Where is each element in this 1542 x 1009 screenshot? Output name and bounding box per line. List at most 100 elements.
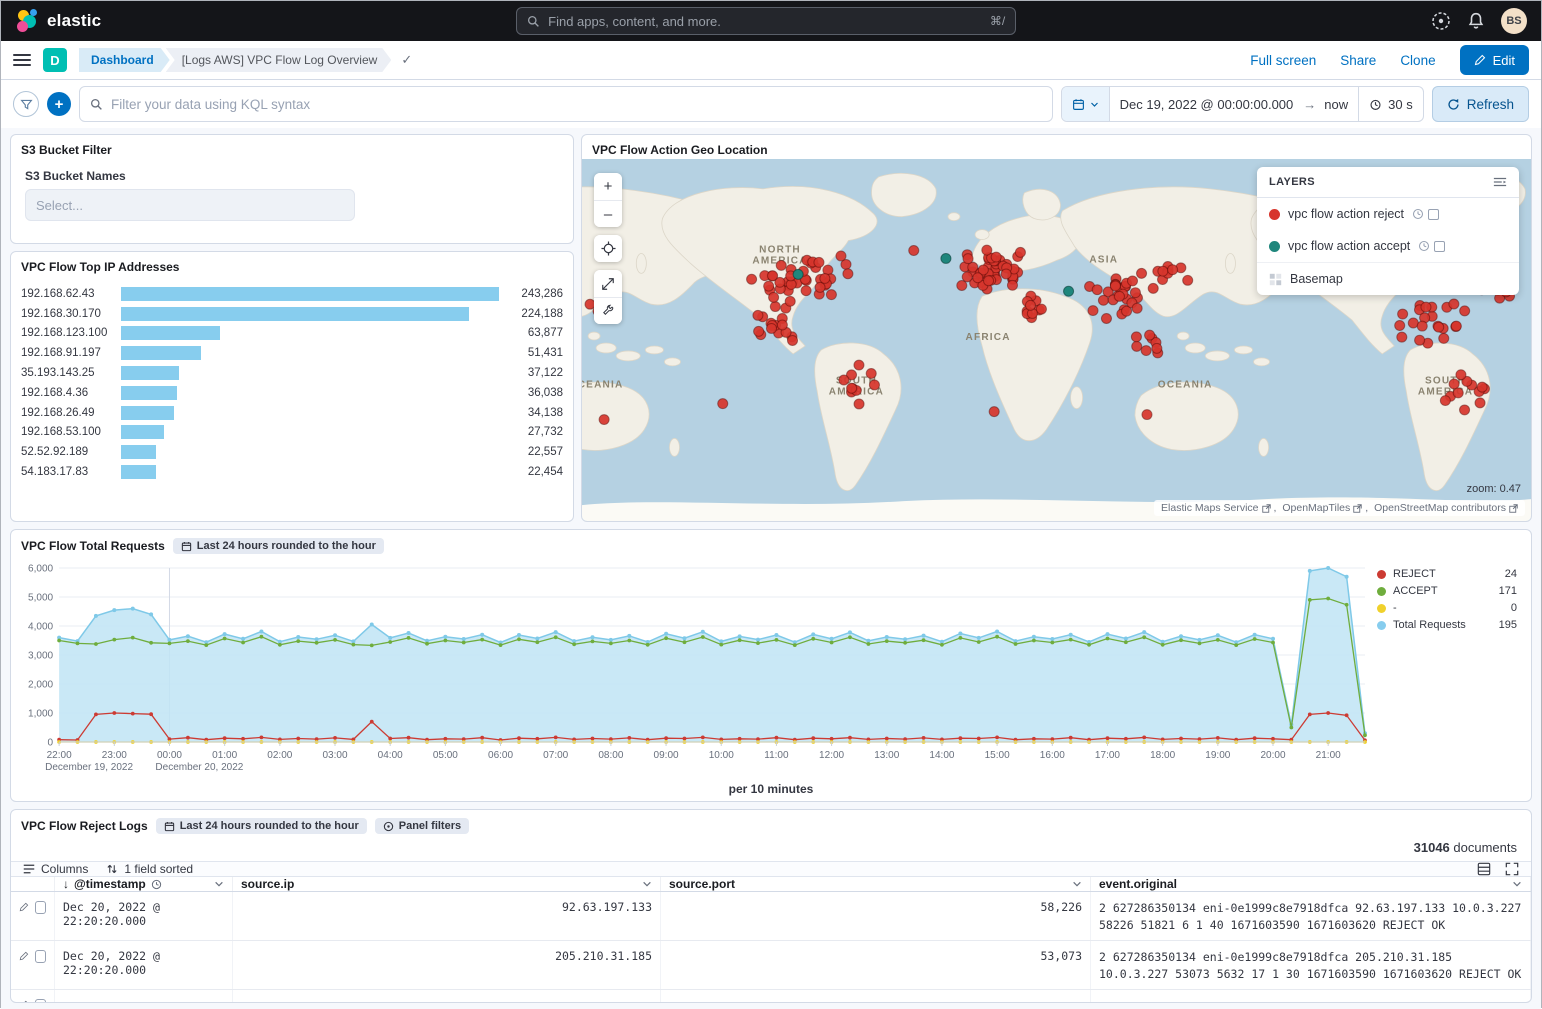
bar-row: 192.168.123.100 63,877 (21, 324, 563, 344)
attribution-link[interactable]: Elastic Maps Service (1161, 502, 1258, 514)
chevron-down-icon[interactable] (214, 879, 224, 889)
chevron-down-icon[interactable] (642, 879, 652, 889)
cell-source-port (661, 990, 1091, 1003)
attribution-link[interactable]: OpenMapTiles (1282, 502, 1350, 514)
legend-item[interactable]: - 0 (1377, 602, 1517, 614)
collapse-layers-icon[interactable] (1493, 176, 1507, 188)
header-event-original[interactable]: event.original (1091, 877, 1531, 891)
svg-text:08:00: 08:00 (598, 750, 624, 761)
ip-bar[interactable] (121, 386, 499, 400)
layer-item-accept[interactable]: vpc flow action accept (1257, 230, 1519, 262)
time-badge[interactable]: Last 24 hours rounded to the hour (156, 818, 367, 834)
dashboard-content: S3 Bucket Filter S3 Bucket Names Select.… (1, 128, 1541, 1009)
svg-text:02:00: 02:00 (267, 750, 293, 761)
bar-row: 52.52.92.189 22,557 (21, 442, 563, 462)
basemap-grid-icon (1269, 273, 1282, 286)
share-button[interactable]: Share (1340, 53, 1376, 68)
global-search-placeholder: Find apps, content, and more. (548, 14, 721, 29)
header-timestamp[interactable]: ↓ @timestamp (55, 877, 233, 891)
ip-bar[interactable] (121, 465, 499, 479)
global-search-input[interactable]: Find apps, content, and more. ⌘/ (516, 7, 1016, 35)
full-screen-button[interactable]: Full screen (1250, 53, 1316, 68)
crosshair-locate-button[interactable] (594, 235, 622, 262)
svg-text:18:00: 18:00 (1150, 750, 1176, 761)
dashboard-nav-bar: D Dashboard [Logs AWS] VPC Flow Log Over… (1, 41, 1541, 80)
panel-filters-badge[interactable]: Panel filters (375, 818, 469, 834)
layer-item-basemap[interactable]: Basemap (1257, 262, 1519, 295)
time-range-end[interactable]: now (1316, 97, 1358, 112)
help-icon[interactable] (1431, 11, 1451, 31)
user-avatar[interactable]: BS (1501, 8, 1527, 34)
ip-bar[interactable] (121, 425, 499, 439)
legend-item[interactable]: Total Requests 195 (1377, 619, 1517, 631)
saved-query-icon[interactable] (13, 91, 39, 117)
ip-bar[interactable] (121, 445, 499, 459)
svg-text:21:00: 21:00 (1316, 750, 1342, 761)
kql-filter-input[interactable]: Filter your data using KQL syntax (79, 86, 1053, 122)
ip-label: 192.168.4.36 (21, 387, 115, 399)
legend-label: - (1393, 602, 1397, 614)
zoom-in-button[interactable]: + (594, 173, 622, 200)
header-source-ip[interactable]: source.ip (233, 877, 661, 891)
ip-bar[interactable] (121, 287, 499, 301)
saved-check-icon: ✓ (401, 52, 412, 68)
layer-item-reject[interactable]: vpc flow action reject (1257, 198, 1519, 230)
row-checkbox[interactable] (35, 999, 46, 1003)
date-picker-button[interactable] (1062, 87, 1110, 121)
ip-bar[interactable] (121, 346, 499, 360)
world-map[interactable]: NORTHAMERICASOUTHAMERICAAFRICAASIAOCEANI… (582, 159, 1531, 521)
ip-bar[interactable] (121, 326, 499, 340)
breadcrumb-dashboard[interactable]: Dashboard (79, 48, 170, 72)
total-requests-chart[interactable]: 01,0002,0003,0004,0005,0006,00022:0023:0… (13, 560, 1377, 782)
ip-bar[interactable] (121, 307, 499, 321)
edit-row-icon[interactable] (19, 901, 29, 913)
clone-button[interactable]: Clone (1400, 53, 1435, 68)
row-checkbox[interactable] (35, 950, 46, 963)
sort-desc-icon: ↓ (63, 877, 69, 891)
time-badge[interactable]: Last 24 hours rounded to the hour (173, 538, 384, 554)
attribution-link[interactable]: OpenStreetMap contributors (1374, 502, 1506, 514)
ip-bar[interactable] (121, 366, 499, 380)
ip-label: 54.183.17.83 (21, 466, 115, 478)
chart-legend: REJECT 24 ACCEPT 171 - 0 Total Requests … (1377, 560, 1525, 782)
fit-bounds-button[interactable] (594, 270, 622, 297)
svg-text:3,000: 3,000 (28, 651, 54, 662)
elastic-logo-icon (15, 9, 39, 33)
columns-button[interactable]: Columns (23, 862, 88, 876)
notifications-bell-icon[interactable] (1467, 12, 1485, 30)
edit-row-icon[interactable] (19, 999, 29, 1003)
add-filter-button[interactable]: + (47, 92, 71, 116)
zoom-out-button[interactable]: – (594, 200, 622, 227)
refresh-button[interactable]: Refresh (1432, 86, 1529, 122)
layer-checkbox[interactable] (1428, 209, 1439, 220)
legend-dot-icon (1377, 621, 1386, 630)
cell-timestamp (55, 990, 233, 1003)
table-row[interactable]: Dec 20, 2022 @ 22:20:20.000 205.210.31.1… (11, 941, 1531, 990)
edit-row-icon[interactable] (19, 950, 29, 962)
chevron-down-icon[interactable] (1512, 879, 1522, 889)
refresh-interval-button[interactable]: 30 s (1358, 87, 1423, 121)
legend-dot-icon (1377, 604, 1386, 613)
ip-label: 192.168.123.100 (21, 327, 115, 339)
menu-hamburger-icon[interactable] (13, 54, 31, 66)
svg-text:6,000: 6,000 (28, 564, 54, 575)
map-tools-button[interactable] (594, 297, 622, 324)
sort-fields-button[interactable]: 1 field sorted (106, 862, 193, 876)
fullscreen-icon[interactable] (1505, 862, 1519, 876)
table-row[interactable]: Dec 20, 2022 @ 22:20:20.000 92.63.197.13… (11, 892, 1531, 941)
time-range-start[interactable]: Dec 19, 2022 @ 00:00:00.000 (1110, 97, 1304, 112)
row-checkbox[interactable] (35, 901, 46, 914)
s3-bucket-select[interactable]: Select... (25, 189, 355, 221)
legend-value: 171 (1499, 585, 1517, 597)
chevron-down-icon[interactable] (1072, 879, 1082, 889)
legend-item[interactable]: ACCEPT 171 (1377, 585, 1517, 597)
display-density-icon[interactable] (1477, 862, 1491, 876)
space-badge[interactable]: D (43, 48, 67, 72)
ip-bar[interactable] (121, 406, 499, 420)
edit-button[interactable]: Edit (1460, 45, 1529, 75)
elastic-brand[interactable]: elastic (15, 9, 101, 33)
layer-checkbox[interactable] (1434, 241, 1445, 252)
legend-item[interactable]: REJECT 24 (1377, 568, 1517, 580)
table-row[interactable] (11, 990, 1531, 1003)
header-source-port[interactable]: source.port (661, 877, 1091, 891)
